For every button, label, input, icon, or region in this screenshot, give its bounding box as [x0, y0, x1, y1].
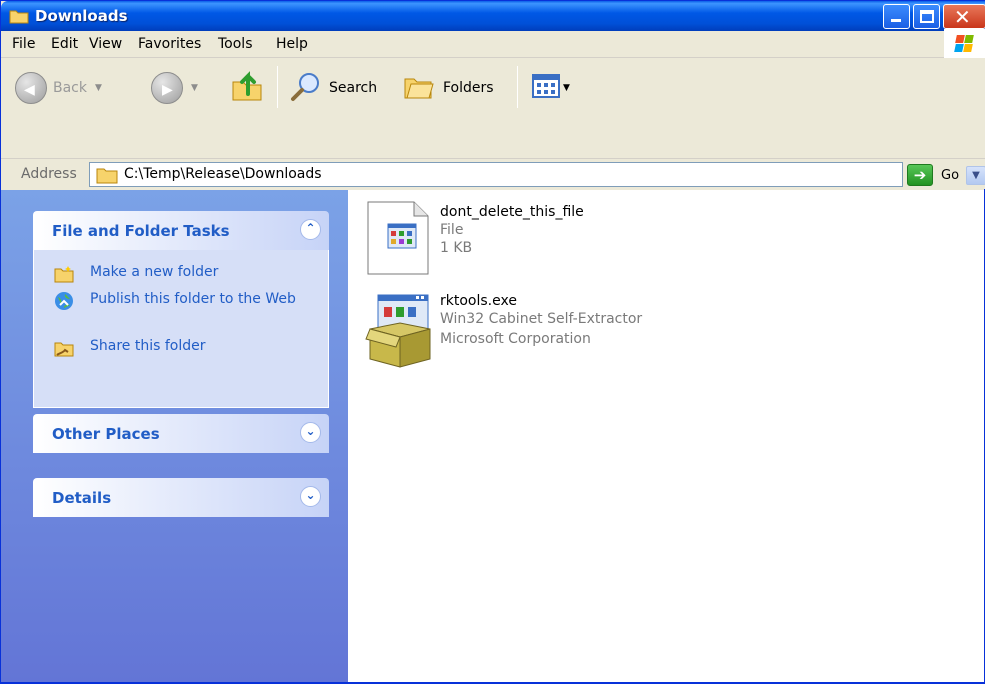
task-make-new-folder[interactable]: Make a new folder: [34, 264, 328, 288]
new-folder-icon: [54, 265, 74, 283]
address-input[interactable]: C:\Temp\Release\Downloads ▼: [89, 162, 985, 188]
expand-icon[interactable]: ⌄: [300, 422, 321, 443]
menu-edit[interactable]: Edit: [51, 36, 78, 52]
views-icon: [531, 73, 561, 103]
windows-logo-icon: [944, 29, 985, 58]
explorer-window: Downloads ✕ File Edit View Favorites Too…: [0, 0, 985, 684]
window-title: Downloads: [35, 7, 128, 25]
up-folder-icon: [231, 70, 265, 106]
back-button[interactable]: ◀ Back ▼: [15, 70, 102, 106]
forward-dropdown-icon[interactable]: ▼: [191, 83, 198, 93]
back-label: Back: [53, 80, 87, 96]
folder-icon: [9, 8, 29, 24]
back-arrow-icon: ◀: [15, 72, 47, 104]
standard-toolbar: ◀ Back ▼ ▶ ▼ Search Folders ▼: [1, 58, 985, 162]
file-folder-tasks-body: Make a new folder Publish this folder to…: [33, 250, 329, 408]
minimize-button[interactable]: [883, 4, 910, 29]
go-label: Go: [941, 167, 960, 183]
file-item[interactable]: dont_delete_this_file File 1 KB: [360, 200, 720, 280]
address-path: C:\Temp\Release\Downloads: [124, 166, 322, 182]
file-folder-tasks-panel: File and Folder Tasks ⌃ Make a new folde…: [33, 211, 329, 408]
installer-box-icon: [364, 289, 434, 368]
task-publish-to-web[interactable]: Publish this folder to the Web: [34, 288, 328, 338]
file-item[interactable]: rktools.exe Win32 Cabinet Self-Extractor…: [360, 289, 720, 369]
menu-tools[interactable]: Tools: [218, 36, 253, 52]
up-folder-button[interactable]: [231, 70, 265, 106]
address-bar: Address C:\Temp\Release\Downloads ▼ ➔ Go: [1, 158, 985, 189]
file-type: Win32 Cabinet Self-Extractor: [440, 311, 643, 327]
folders-icon: [403, 70, 437, 106]
close-button[interactable]: ✕: [943, 4, 985, 29]
details-panel: Details ⌄: [33, 478, 329, 517]
go-button[interactable]: ➔ Go: [907, 164, 959, 186]
panel-title: Other Places: [52, 425, 160, 443]
panel-title: Details: [52, 489, 112, 507]
menu-favorites[interactable]: Favorites: [138, 36, 201, 52]
minimize-icon: [891, 19, 901, 22]
file-folder-tasks-header[interactable]: File and Folder Tasks ⌃: [33, 211, 329, 250]
close-icon: ✕: [954, 5, 971, 29]
address-dropdown-icon[interactable]: ▼: [966, 166, 985, 185]
file-type: File: [440, 222, 464, 238]
toolbar-separator: [277, 66, 278, 108]
share-folder-icon: [54, 339, 74, 357]
menu-file[interactable]: File: [12, 36, 35, 52]
views-dropdown-icon[interactable]: ▼: [563, 83, 570, 93]
forward-button[interactable]: ▶ ▼: [151, 70, 198, 106]
expand-icon[interactable]: ⌄: [300, 486, 321, 507]
forward-arrow-icon: ▶: [151, 72, 183, 104]
collapse-icon[interactable]: ⌃: [300, 219, 321, 240]
task-share-folder[interactable]: Share this folder: [34, 338, 328, 362]
toolbar-separator: [517, 66, 518, 108]
task-pane: File and Folder Tasks ⌃ Make a new folde…: [1, 190, 348, 682]
folder-icon: [96, 166, 118, 188]
panel-title: File and Folder Tasks: [52, 222, 230, 240]
search-button[interactable]: Search: [289, 70, 377, 106]
generic-file-icon: [364, 200, 434, 275]
other-places-panel: Other Places ⌄: [33, 414, 329, 453]
file-list[interactable]: dont_delete_this_file File 1 KB rktools.…: [348, 190, 984, 682]
search-label: Search: [329, 80, 378, 96]
go-arrow-icon: ➔: [907, 164, 933, 186]
file-size: 1 KB: [440, 240, 473, 256]
publish-web-icon: [54, 291, 73, 310]
maximize-button[interactable]: [913, 4, 940, 29]
task-label: Make a new folder: [90, 264, 219, 280]
other-places-header[interactable]: Other Places ⌄: [33, 414, 329, 453]
address-label: Address: [21, 166, 77, 182]
folders-button[interactable]: Folders: [403, 70, 494, 106]
title-bar[interactable]: Downloads ✕: [1, 1, 985, 31]
folders-label: Folders: [443, 80, 494, 96]
task-label: Publish this folder to the Web: [90, 291, 296, 307]
views-button[interactable]: ▼: [531, 70, 570, 106]
maximize-icon: [920, 10, 934, 23]
file-name: dont_delete_this_file: [440, 204, 584, 220]
menu-help[interactable]: Help: [276, 36, 308, 52]
menu-bar: File Edit View Favorites Tools Help: [1, 31, 985, 58]
details-header[interactable]: Details ⌄: [33, 478, 329, 517]
back-dropdown-icon[interactable]: ▼: [95, 83, 102, 93]
task-label: Share this folder: [90, 338, 206, 354]
file-company: Microsoft Corporation: [440, 331, 591, 347]
menu-view[interactable]: View: [89, 36, 122, 52]
search-icon: [289, 70, 323, 106]
file-name: rktools.exe: [440, 293, 517, 309]
